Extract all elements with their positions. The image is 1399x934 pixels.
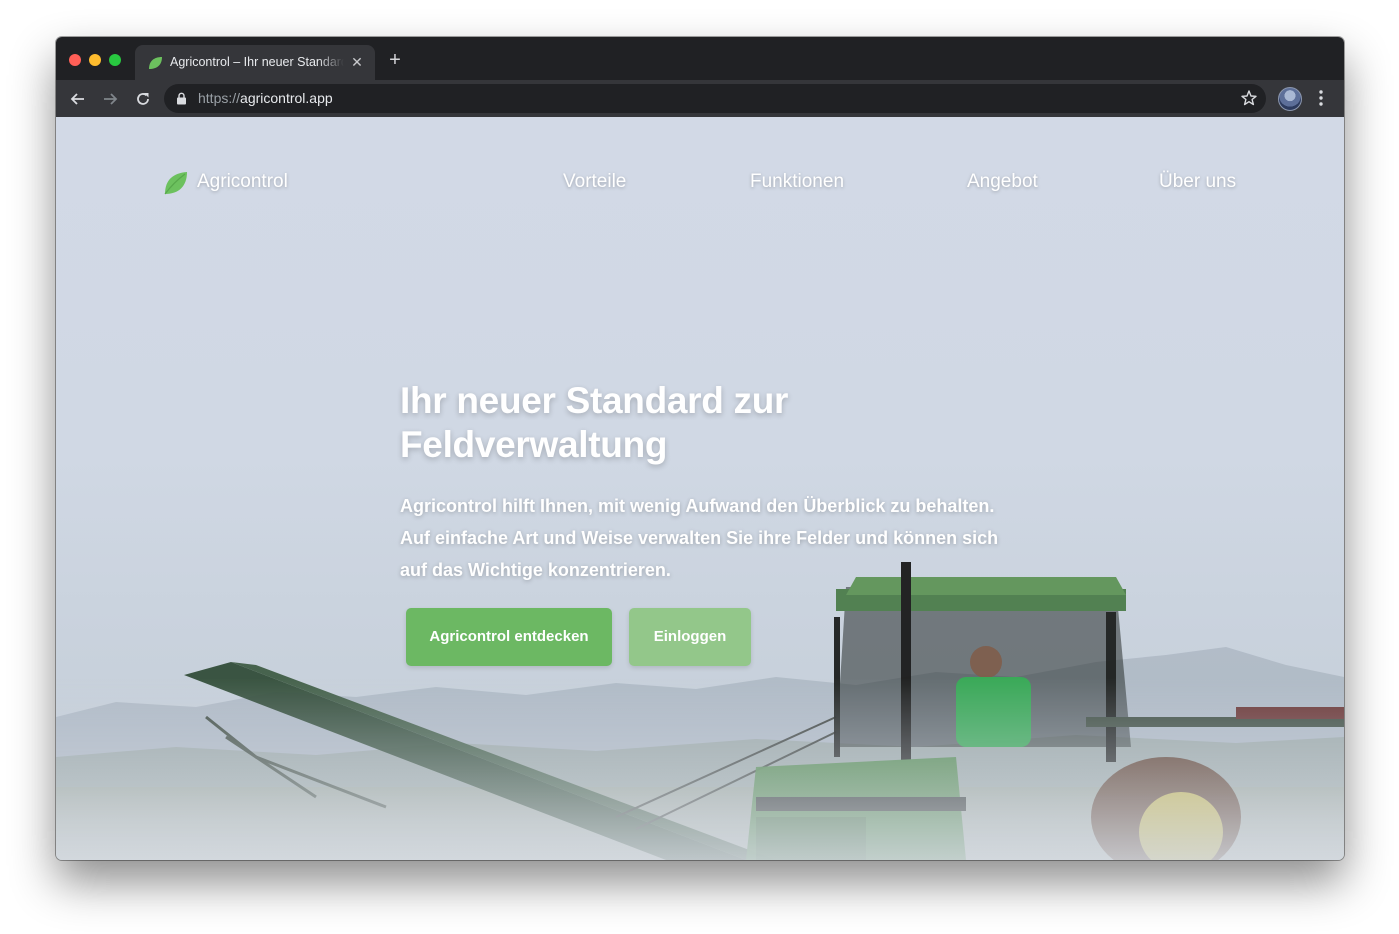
close-tab-icon[interactable]: ✕ — [349, 54, 365, 70]
web-page: Agricontrol Vorteile Funktionen Angebot … — [56, 117, 1344, 860]
minimize-window-button[interactable] — [89, 54, 101, 66]
brand-name[interactable]: Agricontrol — [197, 171, 288, 193]
browser-tab[interactable]: Agricontrol – Ihr neuer Standard zur Fel… — [135, 45, 375, 80]
star-icon[interactable] — [1240, 89, 1258, 107]
tab-title: Agricontrol – Ihr neuer Standard zur Fel… — [170, 55, 344, 69]
hero-title: Ihr neuer Standard zur Feldverwaltung — [400, 379, 960, 467]
login-button[interactable]: Einloggen — [629, 608, 751, 666]
nav-link-ueber-uns[interactable]: Über uns — [1159, 171, 1236, 193]
leaf-icon — [149, 57, 162, 69]
nav-link-funktionen[interactable]: Funktionen — [750, 171, 844, 193]
url-text: https://agricontrol.app — [198, 90, 333, 106]
reload-icon[interactable] — [133, 89, 153, 109]
url-host: agricontrol.app — [240, 90, 333, 106]
hero-text-line: auf das Wichtige konzentrieren. — [400, 560, 671, 580]
maximize-window-button[interactable] — [109, 54, 121, 66]
arrow-right-icon[interactable] — [100, 89, 120, 109]
url-scheme: https:// — [198, 90, 241, 106]
discover-button[interactable]: Agricontrol entdecken — [406, 608, 612, 666]
profile-avatar[interactable] — [1278, 87, 1302, 111]
address-bar[interactable]: https://agricontrol.app — [164, 84, 1266, 113]
close-window-button[interactable] — [69, 54, 81, 66]
nav-link-angebot[interactable]: Angebot — [967, 171, 1038, 193]
tab-strip: Agricontrol – Ihr neuer Standard zur Fel… — [56, 37, 1344, 80]
hero-text-line: Auf einfache Art und Weise verwalten Sie… — [400, 528, 999, 548]
new-tab-button[interactable]: + — [386, 50, 404, 70]
browser-window: Agricontrol – Ihr neuer Standard zur Fel… — [56, 37, 1344, 860]
hero-description: Agricontrol hilft Ihnen, mit wenig Aufwa… — [400, 490, 1040, 586]
hero-title-line: Ihr neuer Standard zur — [400, 380, 789, 421]
hero-text-line: Agricontrol hilft Ihnen, mit wenig Aufwa… — [400, 496, 995, 516]
nav-link-vorteile[interactable]: Vorteile — [563, 171, 626, 193]
browser-toolbar: https://agricontrol.app — [56, 80, 1344, 117]
leaf-icon[interactable] — [163, 170, 189, 196]
lock-icon — [177, 92, 186, 105]
arrow-left-icon[interactable] — [68, 89, 88, 109]
hero-title-line: Feldverwaltung — [400, 424, 668, 465]
hero-background-image — [56, 562, 1344, 860]
kebab-menu-icon[interactable] — [1312, 88, 1330, 108]
